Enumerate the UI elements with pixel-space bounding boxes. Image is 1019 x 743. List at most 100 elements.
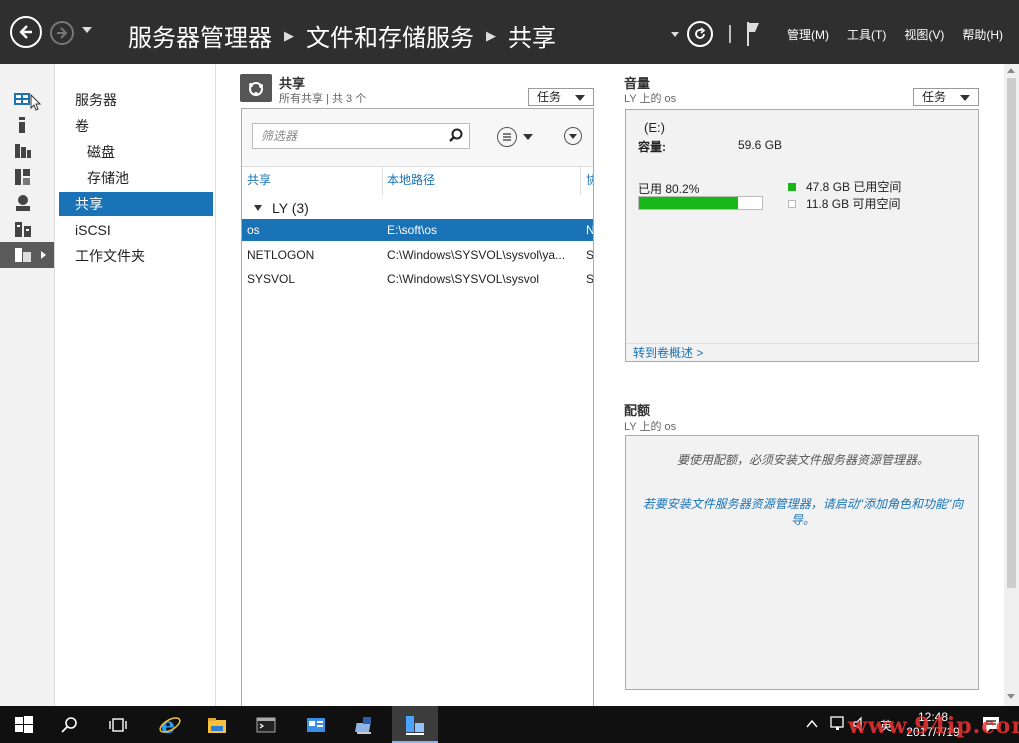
quota-title: 配额 xyxy=(624,403,651,418)
filter-input[interactable]: 筛选器 xyxy=(252,123,470,149)
vertical-scrollbar[interactable] xyxy=(1004,64,1019,706)
command-prompt-icon[interactable] xyxy=(256,715,276,735)
nav-item-work-folders[interactable]: 工作文件夹 xyxy=(59,244,213,268)
all-servers-icon[interactable] xyxy=(14,142,32,160)
file-explorer-icon[interactable] xyxy=(207,715,227,735)
chevron-right-icon: ▶ xyxy=(486,27,496,43)
go-to-volume-overview-link[interactable]: 转到卷概述 > xyxy=(626,343,978,362)
watermark: www.94ip.com xyxy=(848,713,1019,739)
local-server-icon[interactable] xyxy=(14,116,32,134)
back-button[interactable] xyxy=(10,16,42,48)
divider xyxy=(729,25,731,43)
collapse-triangle-icon[interactable] xyxy=(254,205,262,211)
network-icon[interactable] xyxy=(830,716,848,732)
quota-subtitle: LY 上的 os xyxy=(624,421,677,433)
windows-start-icon[interactable] xyxy=(14,715,34,735)
usage-bar-fill xyxy=(639,197,738,209)
scroll-down-icon[interactable] xyxy=(1007,694,1015,699)
share-name: os xyxy=(247,223,260,237)
breadcrumb-item-file-storage[interactable]: 文件和存储服务 xyxy=(306,18,474,53)
dashboard-icon[interactable] xyxy=(14,90,42,111)
table-row[interactable]: SYSVOL C:\Windows\SYSVOL\sysvol S xyxy=(242,268,593,290)
breadcrumb-dropdown-icon[interactable] xyxy=(671,31,679,37)
arrow-right-icon xyxy=(57,27,68,39)
used-space-text: 47.8 GB 已用空间 xyxy=(806,180,902,194)
used-swatch xyxy=(788,182,796,191)
iis-icon[interactable] xyxy=(14,220,32,238)
quota-panel: 要使用配额，必须安装文件服务器资源管理器。 若要安装文件服务器资源管理器，请启动… xyxy=(625,435,979,690)
shares-subtitle: 所有共享 | 共 3 个 xyxy=(279,93,367,105)
notifications-flag-icon[interactable] xyxy=(747,22,761,46)
nav-item-disks[interactable]: 磁盘 xyxy=(59,140,213,164)
nav-item-iscsi[interactable]: iSCSI xyxy=(59,218,213,242)
drive-letter: (E:) xyxy=(644,120,665,135)
search-icon[interactable] xyxy=(449,128,463,142)
column-divider[interactable] xyxy=(382,167,383,195)
nav-item-volumes[interactable]: 卷 xyxy=(59,114,213,138)
refresh-icon xyxy=(695,27,706,39)
forward-button[interactable] xyxy=(50,21,74,45)
group-header-ly[interactable]: LY (3) xyxy=(254,200,309,216)
history-dropdown-icon[interactable] xyxy=(82,27,92,33)
expand-collapse-button[interactable] xyxy=(564,127,582,145)
table-row[interactable]: NETLOGON C:\Windows\SYSVOL\sysvol\ya... … xyxy=(242,244,593,266)
nav-item-shares[interactable]: 共享 xyxy=(59,192,213,216)
share-path: E:\soft\os xyxy=(387,223,438,237)
quota-requirement-message: 要使用配额，必须安装文件服务器资源管理器。 xyxy=(676,453,929,467)
search-icon[interactable] xyxy=(60,715,80,735)
shares-tasks-button[interactable]: 任务 xyxy=(528,88,594,106)
share-path: C:\Windows\SYSVOL\sysvol xyxy=(387,272,540,286)
task-view-icon[interactable] xyxy=(108,715,128,735)
network-admin-icon[interactable] xyxy=(355,715,375,735)
scroll-thumb[interactable] xyxy=(1007,78,1016,588)
table-row[interactable]: os E:\soft\os N xyxy=(242,219,593,241)
breadcrumb-item-server-manager[interactable]: 服务器管理器 xyxy=(128,18,272,53)
title-bar-actions: 管理(M) 工具(T) 视图(V) 帮助(H) xyxy=(671,20,1019,48)
tray-chevron-up-icon[interactable] xyxy=(806,718,818,730)
volume-panel: (E:) 容量: 59.6 GB 已用 80.2% 47.8 GB 已用空间 1… xyxy=(625,109,979,362)
nav-item-servers[interactable]: 服务器 xyxy=(59,88,213,112)
add-roles-wizard-link[interactable]: 若要安装文件服务器资源管理器，请启动"添加角色和功能"向导。 xyxy=(640,496,966,528)
usage-bar xyxy=(638,196,763,210)
menu-tools[interactable]: 工具(T) xyxy=(847,26,886,43)
server-manager-console-icon[interactable] xyxy=(306,715,326,735)
column-header-protocol[interactable]: 协 xyxy=(586,171,593,188)
scroll-up-icon[interactable] xyxy=(1007,68,1015,73)
list-options-dropdown-icon[interactable] xyxy=(523,134,533,140)
free-swatch xyxy=(788,199,796,208)
nav-panel: 服务器 卷 磁盘 存储池 共享 iSCSI 工作文件夹 xyxy=(56,64,216,706)
internet-explorer-icon[interactable]: e xyxy=(158,713,182,737)
share-path: C:\Windows\SYSVOL\sysvol\ya... xyxy=(387,248,566,262)
volume-subtitle: LY 上的 os xyxy=(624,93,677,105)
shares-folder-icon xyxy=(240,74,272,102)
nav-item-storage-pools[interactable]: 存储池 xyxy=(59,166,213,190)
column-divider[interactable] xyxy=(580,167,581,195)
breadcrumb-item-shares: 共享 xyxy=(508,25,556,52)
share-name: SYSVOL xyxy=(247,272,296,286)
arrow-left-icon xyxy=(19,25,32,39)
menu-view[interactable]: 视图(V) xyxy=(904,26,944,43)
active-app-indicator[interactable] xyxy=(392,706,438,743)
free-space-text: 11.8 GB 可用空间 xyxy=(806,197,901,211)
refresh-button[interactable] xyxy=(687,21,713,47)
menu-help[interactable]: 帮助(H) xyxy=(962,26,1003,43)
share-protocol: S xyxy=(586,272,594,286)
file-storage-app-icon xyxy=(406,716,424,735)
file-storage-services-icon[interactable] xyxy=(0,242,54,268)
column-header-share[interactable]: 共享 xyxy=(247,171,271,188)
column-header-path[interactable]: 本地路径 xyxy=(387,171,435,188)
share-protocol: S xyxy=(586,248,594,262)
group-label: LY (3) xyxy=(272,200,309,216)
volume-tasks-button[interactable]: 任务 xyxy=(913,88,979,106)
share-name: NETLOGON xyxy=(247,248,315,262)
list-options-button[interactable] xyxy=(497,127,517,147)
title-bar: 服务器管理器 ▶ 文件和存储服务 ▶ 共享 管理(M) 工具(T) 视图(V) … xyxy=(0,0,1019,64)
chevron-right-icon: ▶ xyxy=(284,27,294,43)
filter-placeholder: 筛选器 xyxy=(261,129,298,143)
legend-used: 47.8 GB 已用空间 xyxy=(788,178,901,195)
menu-manage[interactable]: 管理(M) xyxy=(787,26,829,43)
legend-free: 11.8 GB 可用空间 xyxy=(788,195,900,212)
ad-ds-icon[interactable] xyxy=(14,168,32,186)
dns-icon[interactable] xyxy=(14,194,32,212)
role-icon-strip xyxy=(0,64,55,706)
